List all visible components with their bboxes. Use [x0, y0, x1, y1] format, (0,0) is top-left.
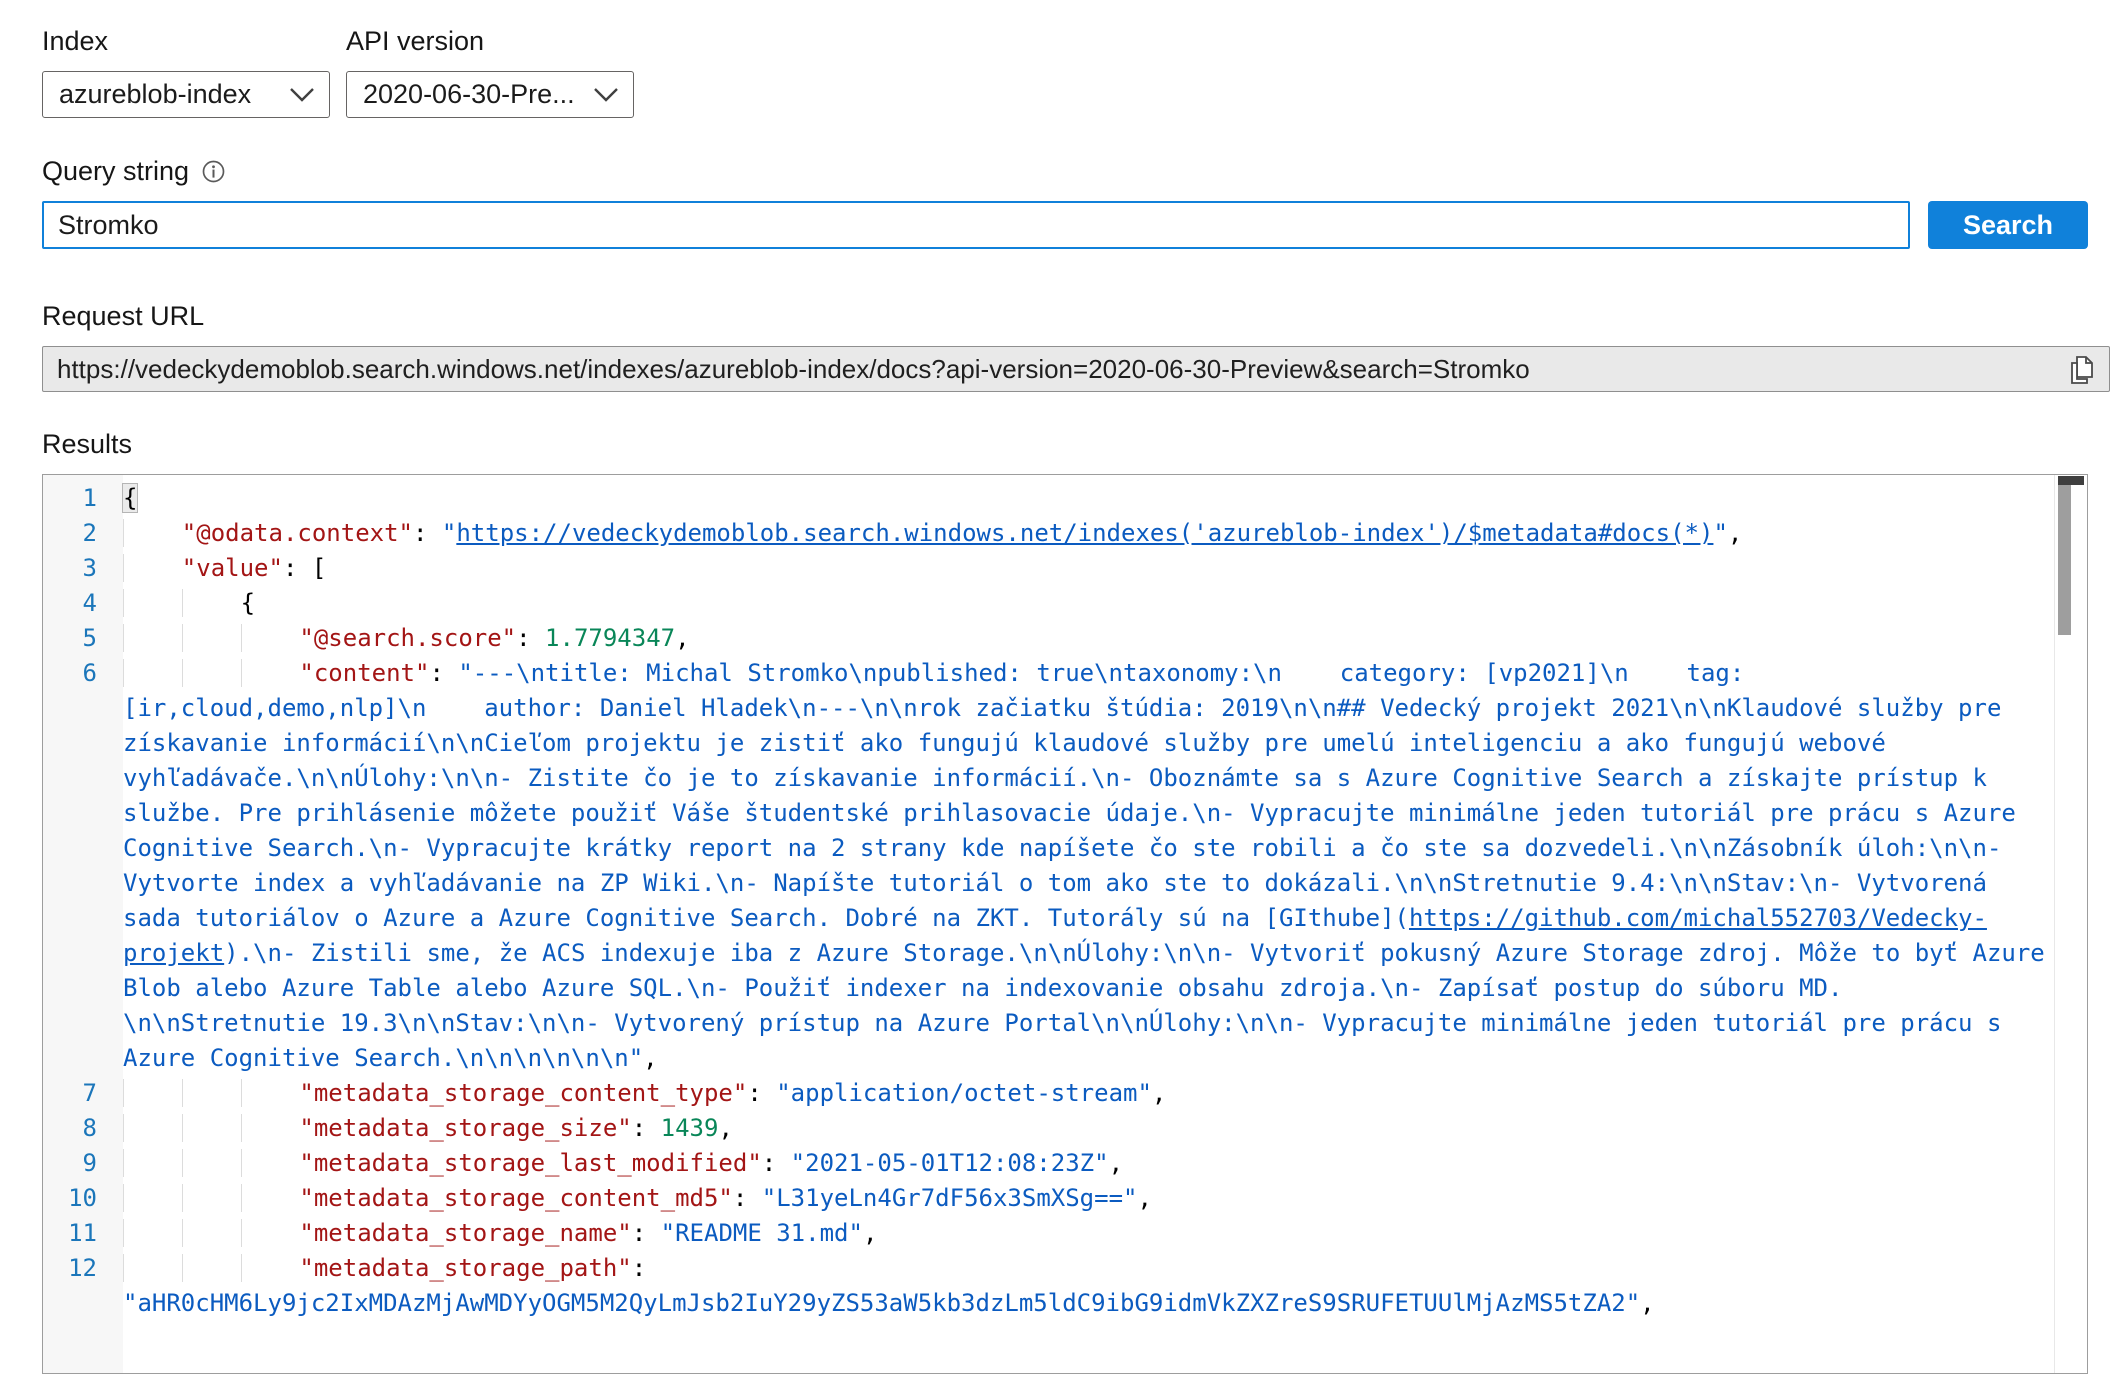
overview-ruler-mark: [2058, 476, 2084, 485]
index-label: Index: [42, 26, 330, 57]
code-content[interactable]: {: [123, 586, 2087, 621]
code-line: 8 "metadata_storage_size": 1439,: [43, 1111, 2087, 1146]
scrollbar-track-divider: [2054, 475, 2055, 1373]
query-section: Query string Search: [42, 156, 2124, 249]
line-number: 12: [43, 1251, 123, 1321]
request-url-value: https://vedeckydemoblob.search.windows.n…: [57, 354, 1530, 385]
query-string-label: Query string: [42, 156, 2124, 187]
line-number: 1: [43, 481, 123, 516]
code-line: 6 "content": "---\ntitle: Michal Stromko…: [43, 656, 2087, 1076]
line-number: 6: [43, 656, 123, 1076]
code-content[interactable]: "metadata_storage_content_type": "applic…: [123, 1076, 2087, 1111]
code-line: 1{: [43, 481, 2087, 516]
api-version-dropdown[interactable]: 2020-06-30-Pre...: [346, 71, 634, 118]
copy-icon[interactable]: [2067, 354, 2099, 386]
code-line: 5 "@search.score": 1.7794347,: [43, 621, 2087, 656]
code-line: 9 "metadata_storage_last_modified": "202…: [43, 1146, 2087, 1181]
line-number: 5: [43, 621, 123, 656]
line-number: 11: [43, 1216, 123, 1251]
code-content[interactable]: "metadata_storage_path": "aHR0cHM6Ly9jc2…: [123, 1251, 2087, 1321]
api-version-dropdown-value: 2020-06-30-Pre...: [363, 79, 575, 110]
request-url-field[interactable]: https://vedeckydemoblob.search.windows.n…: [42, 346, 2110, 392]
code-content[interactable]: "value": [: [123, 551, 2087, 586]
results-editor[interactable]: 1{2 "@odata.context": "https://vedeckyde…: [42, 474, 2088, 1374]
code-line: 10 "metadata_storage_content_md5": "L31y…: [43, 1181, 2087, 1216]
code-line: 4 {: [43, 586, 2087, 621]
code-content[interactable]: "content": "---\ntitle: Michal Stromko\n…: [123, 656, 2087, 1076]
index-dropdown-value: azureblob-index: [59, 79, 251, 110]
results-editor-lines[interactable]: 1{2 "@odata.context": "https://vedeckyde…: [43, 475, 2087, 1321]
query-input[interactable]: [42, 201, 1910, 249]
vertical-scrollbar-thumb[interactable]: [2058, 485, 2071, 635]
chevron-down-icon: [289, 87, 315, 103]
line-number: 3: [43, 551, 123, 586]
api-version-label: API version: [346, 26, 634, 57]
code-line: 3 "value": [: [43, 551, 2087, 586]
code-content[interactable]: "@search.score": 1.7794347,: [123, 621, 2087, 656]
code-content[interactable]: {: [123, 481, 2087, 516]
index-api-row: Index azureblob-index API version 2020-0…: [42, 26, 2124, 118]
code-line: 7 "metadata_storage_content_type": "appl…: [43, 1076, 2087, 1111]
line-number: 2: [43, 516, 123, 551]
search-button[interactable]: Search: [1928, 201, 2088, 249]
code-line: 2 "@odata.context": "https://vedeckydemo…: [43, 516, 2087, 551]
code-line: 12 "metadata_storage_path": "aHR0cHM6Ly9…: [43, 1251, 2087, 1321]
code-content[interactable]: "metadata_storage_last_modified": "2021-…: [123, 1146, 2087, 1181]
results-section: Results 1{2 "@odata.context": "https://v…: [42, 429, 2124, 1374]
code-content[interactable]: "metadata_storage_size": 1439,: [123, 1111, 2087, 1146]
query-string-label-text: Query string: [42, 156, 189, 187]
code-content[interactable]: "metadata_storage_content_md5": "L31yeLn…: [123, 1181, 2087, 1216]
code-content[interactable]: "@odata.context": "https://vedeckydemobl…: [123, 516, 2087, 551]
line-number: 9: [43, 1146, 123, 1181]
code-line: 11 "metadata_storage_name": "README 31.m…: [43, 1216, 2087, 1251]
code-content[interactable]: "metadata_storage_name": "README 31.md",: [123, 1216, 2087, 1251]
line-number: 7: [43, 1076, 123, 1111]
line-number: 8: [43, 1111, 123, 1146]
request-url-section: Request URL https://vedeckydemoblob.sear…: [42, 301, 2124, 392]
request-url-label: Request URL: [42, 301, 2124, 332]
chevron-down-icon: [593, 87, 619, 103]
line-number: 10: [43, 1181, 123, 1216]
index-dropdown[interactable]: azureblob-index: [42, 71, 330, 118]
search-explorer-page: Index azureblob-index API version 2020-0…: [0, 0, 2124, 1374]
results-label: Results: [42, 429, 2124, 460]
info-icon[interactable]: [201, 159, 226, 184]
line-number: 4: [43, 586, 123, 621]
